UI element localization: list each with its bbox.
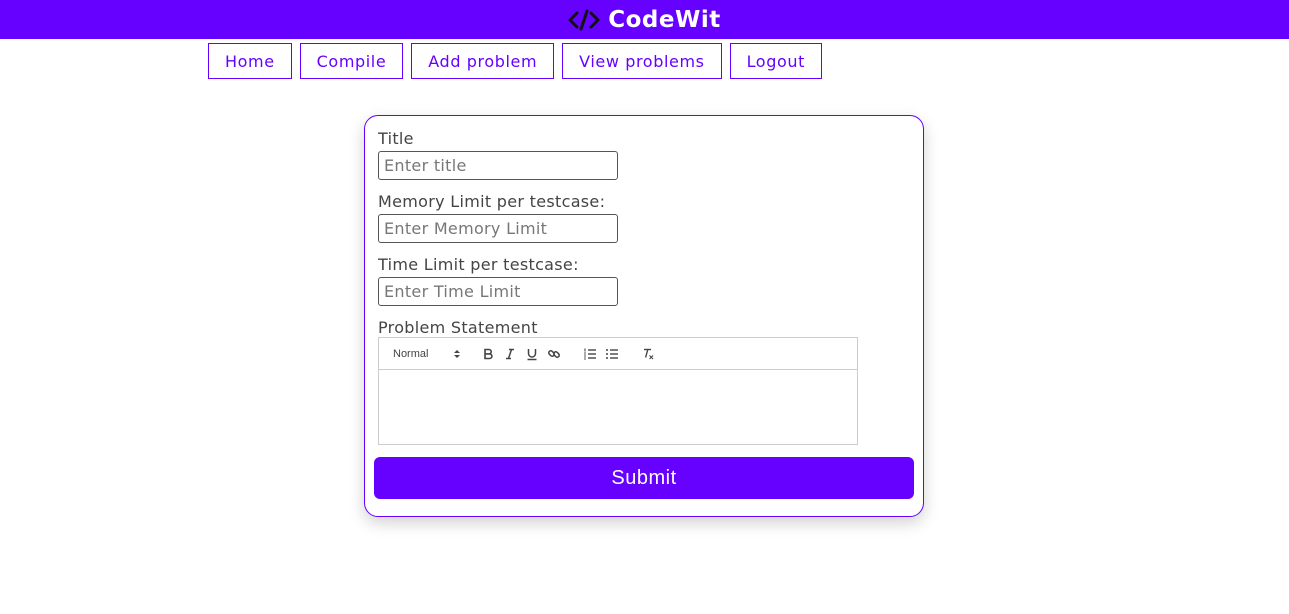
memory-limit-label: Memory Limit per testcase: [378,192,606,211]
time-limit-label: Time Limit per testcase: [378,255,579,274]
submit-button[interactable]: Submit [374,457,914,499]
nav-logout-button[interactable]: Logout [729,43,822,79]
nav-add-problem-button[interactable]: Add problem [411,43,555,79]
code-brackets-icon [568,8,600,32]
top-header-bar: CodeWit [0,0,1289,39]
add-problem-form: Title Memory Limit per testcase: Time Li… [364,115,924,517]
italic-icon[interactable] [499,344,521,364]
editor-toolbar: Normal [378,337,858,370]
memory-limit-input[interactable] [378,214,618,243]
bold-icon[interactable] [477,344,499,364]
problem-statement-editor[interactable] [378,370,858,445]
brand-name: CodeWit [608,6,721,33]
nav-view-problems-button[interactable]: View problems [562,43,722,79]
nav-home-button[interactable]: Home [208,43,292,79]
link-icon[interactable] [543,344,565,364]
header-format-select[interactable]: Normal [393,344,461,364]
title-label: Title [378,129,414,148]
underline-icon[interactable] [521,344,543,364]
clear-format-icon[interactable] [637,344,659,364]
header-format-value: Normal [393,347,429,360]
rich-text-editor: Normal [378,337,858,445]
title-input[interactable] [378,151,618,180]
problem-statement-label: Problem Statement [378,318,538,337]
nav-compile-button[interactable]: Compile [299,43,404,79]
time-limit-input[interactable] [378,277,618,306]
ordered-list-icon[interactable] [579,344,601,364]
bullet-list-icon[interactable] [601,344,623,364]
main-nav: Home Compile Add problem View problems L… [208,43,822,79]
brand[interactable]: CodeWit [568,7,721,33]
select-arrows-icon [453,349,461,359]
